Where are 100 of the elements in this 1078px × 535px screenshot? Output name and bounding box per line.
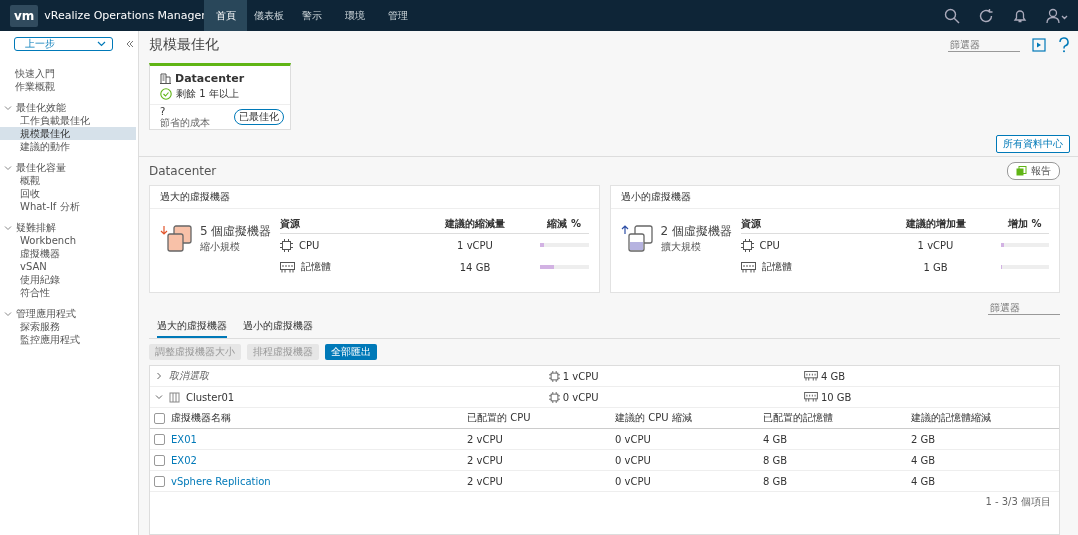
chevron-icon[interactable]	[4, 163, 12, 172]
resource-name: 記憶體	[301, 260, 331, 274]
all-datacenters-button[interactable]: 所有資料中心	[996, 135, 1070, 153]
sidebar-item[interactable]: Workbench	[0, 234, 138, 247]
memory-icon	[280, 261, 295, 273]
table-cell-text: 8 GB	[763, 475, 789, 487]
sidebar-group[interactable]: 最佳化容量	[0, 161, 138, 174]
column-header: 虛擬機器名稱	[171, 411, 231, 425]
action-button[interactable]: 全部匯出	[325, 344, 377, 360]
memory-icon	[740, 261, 756, 273]
nav-tab[interactable]: 首頁	[204, 0, 248, 31]
row-checkbox[interactable]	[154, 454, 165, 466]
nav-tab[interactable]: 環境	[333, 0, 377, 31]
table-cell-text: 2 vCPU	[467, 475, 504, 487]
table-cell-text: 2 GB	[911, 433, 937, 445]
select-all-checkbox[interactable]	[154, 412, 165, 424]
group-name: 取消選取	[169, 369, 209, 383]
chip-icon	[548, 391, 560, 403]
back-dropdown[interactable]: 上一步	[14, 37, 113, 51]
group-name: Cluster01	[186, 391, 235, 403]
vm-link[interactable]: EX01	[171, 433, 197, 445]
sidebar-item[interactable]: 快速入門	[0, 67, 138, 80]
table-cell-text: 0 vCPU	[615, 433, 652, 445]
chip-icon	[740, 238, 754, 252]
collapse-icon[interactable]	[126, 40, 134, 48]
memory-total: 4 GB	[820, 370, 846, 382]
sidebar-group[interactable]: 疑難排解	[0, 221, 138, 234]
sidebar-item[interactable]: 建議的動作	[0, 140, 138, 153]
sidebar-item[interactable]: 作業概觀	[0, 80, 138, 93]
tab[interactable]: 過大的虛擬機器	[157, 317, 227, 338]
memory-icon	[803, 392, 818, 402]
row-checkbox[interactable]	[154, 433, 165, 445]
sidebar-item[interactable]: 工作負載最佳化	[0, 114, 138, 127]
table-cell-text: 2 vCPU	[467, 433, 504, 445]
vm-count: 2 個虛擬機器	[660, 223, 732, 240]
status-text: 剩餘 1 年以上	[176, 87, 239, 101]
caret-icon[interactable]	[97, 41, 106, 47]
filter-field[interactable]: 篩選器	[988, 301, 1060, 315]
panel-title: 過小的虛擬機器	[610, 186, 1059, 209]
sidebar-item[interactable]: 規模最佳化	[0, 127, 136, 140]
group-label: 最佳化效能	[16, 101, 66, 114]
video-icon[interactable]	[1032, 38, 1046, 52]
row-checkbox[interactable]	[154, 475, 165, 487]
page-title: 規模最佳化	[149, 36, 219, 54]
vm-link[interactable]: vSphere Replication	[171, 475, 271, 487]
vm-resize-icon	[620, 223, 655, 254]
amount-value: 1 vCPU	[916, 239, 955, 251]
sidebar-item[interactable]: 概觀	[0, 174, 138, 187]
search-icon[interactable]	[944, 7, 960, 24]
nav-tab[interactable]: 儀表板	[247, 0, 291, 31]
table-cell-text: 4 GB	[911, 454, 937, 466]
vm-link[interactable]: EX02	[171, 454, 197, 466]
nav-tab[interactable]: 管理	[376, 0, 420, 31]
tab[interactable]: 過小的虛擬機器	[243, 317, 313, 338]
sidebar-group[interactable]: 管理應用程式	[0, 307, 138, 320]
pagination-text: 1 - 3/3 個項目	[985, 495, 1051, 509]
sidebar-item[interactable]: 探索服務	[0, 320, 138, 333]
table-cell-text: 8 GB	[763, 454, 789, 466]
cpu-total: 0 vCPU	[562, 391, 599, 403]
report-button[interactable]: 報告	[1007, 162, 1060, 180]
chip-icon	[280, 238, 293, 252]
filter-field[interactable]: 篩選器	[948, 38, 1020, 52]
datacenter-card[interactable]: Datacenter 剩餘 1 年以上 ? 節省的成本 已最佳化	[149, 63, 291, 130]
vm-count-caption: 擴大規模	[660, 240, 702, 254]
chevron-icon[interactable]	[4, 223, 12, 232]
sidebar-group[interactable]: 最佳化效能	[0, 101, 138, 114]
check-circle-icon	[160, 88, 172, 100]
resource-name: CPU	[759, 239, 780, 251]
sidebar-item[interactable]: 使用紀錄	[0, 273, 138, 286]
chip-icon	[548, 370, 560, 382]
help-icon[interactable]	[1058, 37, 1070, 53]
sidebar-item[interactable]: 回收	[0, 187, 138, 200]
sidebar-item[interactable]: vSAN	[0, 260, 138, 273]
table-cell-text: 4 GB	[763, 433, 789, 445]
copy-icon	[1016, 166, 1027, 176]
amount-value: 1 vCPU	[456, 239, 494, 251]
group-label: 疑難排解	[16, 221, 56, 234]
vm-count-caption: 縮小規模	[200, 240, 241, 254]
sidebar-item[interactable]: What-If 分析	[0, 200, 138, 213]
panel-title: 過大的虛擬機器	[150, 186, 599, 209]
column-header: 建議的縮減量	[443, 217, 506, 231]
building-icon	[160, 73, 171, 84]
expand-icon[interactable]	[155, 372, 163, 380]
chevron-icon[interactable]	[4, 309, 12, 318]
refresh-icon[interactable]	[978, 7, 994, 24]
vm-count: 5 個虛擬機器	[200, 223, 272, 240]
cluster-icon	[169, 391, 180, 403]
table-cell-text: 0 vCPU	[615, 475, 652, 487]
chevron-icon[interactable]	[4, 103, 12, 112]
nav-tab[interactable]: 警示	[290, 0, 334, 31]
expand-icon[interactable]	[155, 393, 163, 401]
memory-total: 10 GB	[820, 391, 852, 403]
savings-value: ?	[160, 106, 167, 117]
sidebar-item[interactable]: 符合性	[0, 286, 138, 299]
sidebar-item[interactable]: 虛擬機器	[0, 247, 138, 260]
sidebar-item[interactable]: 監控應用程式	[0, 333, 138, 346]
column-header: 建議的增加量	[904, 217, 967, 231]
bell-icon[interactable]	[1012, 7, 1028, 24]
table-cell-text: 0 vCPU	[615, 454, 652, 466]
user-icon[interactable]	[1046, 7, 1068, 24]
